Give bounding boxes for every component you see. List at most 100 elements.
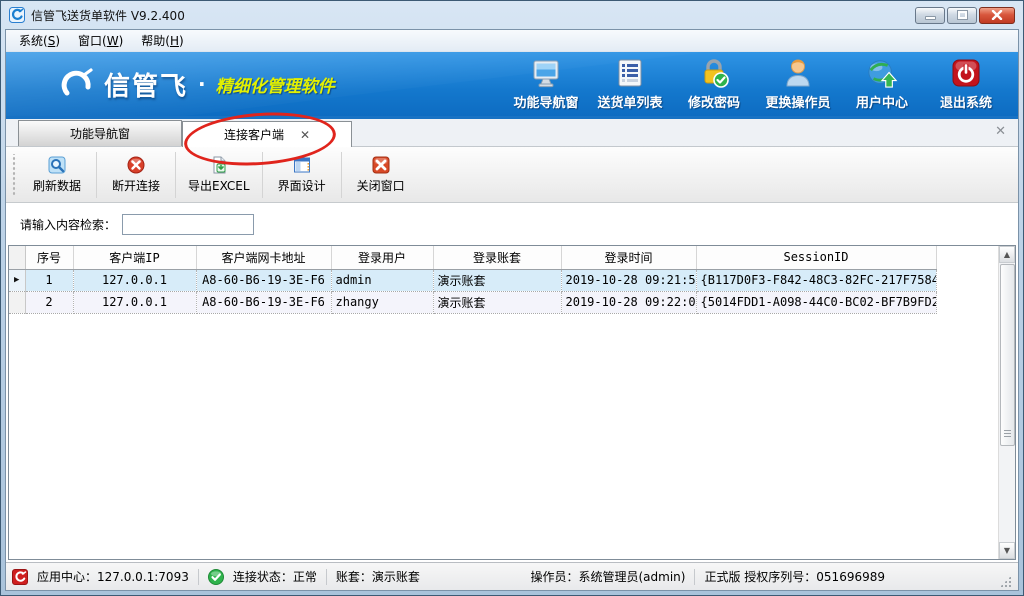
brand-slogan: 精细化管理软件 xyxy=(216,72,335,97)
status-license: 正式版 授权序列号：051696989 xyxy=(704,568,885,585)
ui-design-button[interactable]: 界面设计 xyxy=(267,151,337,199)
tab-connected-clients[interactable]: 连接客户端 ✕ xyxy=(182,121,352,147)
maximize-icon xyxy=(958,11,967,19)
banner-button-exit-system[interactable]: 退出系统 xyxy=(924,57,1008,111)
banner-button-label: 送货单列表 xyxy=(597,92,662,111)
vertical-scrollbar[interactable]: ▲ ▼ xyxy=(998,246,1015,559)
table-cell[interactable]: 演示账套 xyxy=(433,269,561,291)
table-cell[interactable]: {B117D0F3-F842-48C3-82FC-217F75849477} xyxy=(696,269,936,291)
table-cell[interactable]: 演示账套 xyxy=(433,291,561,313)
close-window-button[interactable]: 关闭窗口 xyxy=(346,151,416,199)
status-app-center: 应用中心：127.0.0.1:7093 xyxy=(37,568,189,585)
banner-buttons: 功能导航窗 送货单列表 xyxy=(504,57,1018,111)
search-row: 请输入内容检索： xyxy=(6,203,1018,245)
header-row-selector xyxy=(9,246,25,269)
toolbar-grip-handle[interactable] xyxy=(11,154,17,196)
brand-name: 信管飞 xyxy=(104,66,188,103)
toolbar: 刷新数据 断开连接 导出EXCEL xyxy=(6,146,1018,203)
scroll-down-icon[interactable]: ▼ xyxy=(999,542,1015,559)
banner-button-change-password[interactable]: 修改密码 xyxy=(672,57,756,111)
app-frame: 系统(S) 窗口(W) 帮助(H) 信管飞 · 精细化管理软件 xyxy=(5,29,1019,591)
toolbar-separator xyxy=(262,152,263,198)
column-header-login-user[interactable]: 登录用户 xyxy=(331,246,433,269)
menu-mnemonic: W xyxy=(107,34,119,48)
banner: 信管飞 · 精细化管理软件 功能导航窗 xyxy=(6,52,1018,116)
banner-button-label: 退出系统 xyxy=(940,92,992,111)
refresh-data-button[interactable]: 刷新数据 xyxy=(22,151,92,199)
window-controls xyxy=(915,7,1015,24)
status-connection: 连接状态：正常 xyxy=(233,568,317,585)
ui-design-icon xyxy=(293,156,311,174)
table-row[interactable]: ▶ 1 127.0.0.1 A8-60-B6-19-3E-F6 admin 演示… xyxy=(9,269,936,291)
table-cell[interactable]: 1 xyxy=(25,269,73,291)
tool-button-label: 关闭窗口 xyxy=(357,177,405,194)
app-window: 信管飞送货单软件 V9.2.400 系统(S) 窗口(W) 帮助(H) xyxy=(0,0,1024,596)
export-excel-icon xyxy=(210,156,228,174)
menu-label: 帮助( xyxy=(141,34,170,48)
table-cell[interactable]: 2 xyxy=(25,291,73,313)
globe-arrow-icon xyxy=(866,57,898,89)
disconnect-button[interactable]: 断开连接 xyxy=(101,151,171,199)
table-cell[interactable]: A8-60-B6-19-3E-F6 xyxy=(196,291,331,313)
lock-check-icon xyxy=(698,57,730,89)
table-cell[interactable]: admin xyxy=(331,269,433,291)
table-cell[interactable]: 2019-10-28 09:22:08 xyxy=(561,291,696,313)
banner-button-label: 用户中心 xyxy=(856,92,908,111)
column-header-mac[interactable]: 客户端网卡地址 xyxy=(196,246,331,269)
tab-label: 连接客户端 xyxy=(224,126,284,143)
table-cell[interactable]: 127.0.0.1 xyxy=(73,269,196,291)
column-header-seq[interactable]: 序号 xyxy=(25,246,73,269)
close-window-icon xyxy=(372,156,390,174)
column-header-login-time[interactable]: 登录时间 xyxy=(561,246,696,269)
banner-button-nav-window[interactable]: 功能导航窗 xyxy=(504,57,588,111)
titlebar: 信管飞送货单软件 V9.2.400 xyxy=(5,1,1019,29)
column-header-session-id[interactable]: SessionID xyxy=(696,246,936,269)
menu-label: 系统( xyxy=(19,34,48,48)
toolbar-separator xyxy=(96,152,97,198)
table-cell[interactable]: 2019-10-28 09:21:54 xyxy=(561,269,696,291)
export-excel-button[interactable]: 导出EXCEL xyxy=(180,151,258,199)
tool-button-label: 界面设计 xyxy=(278,177,326,194)
banner-button-user-center[interactable]: 用户中心 xyxy=(840,57,924,111)
tab-label: 功能导航窗 xyxy=(70,125,130,142)
status-divider xyxy=(326,569,327,585)
refresh-data-icon xyxy=(48,156,66,174)
toolbar-separator xyxy=(341,152,342,198)
app-center-icon xyxy=(12,569,28,585)
menu-label: ) xyxy=(179,34,184,48)
menu-help[interactable]: 帮助(H) xyxy=(132,29,192,52)
column-header-account-set[interactable]: 登录账套 xyxy=(433,246,561,269)
status-divider xyxy=(198,569,199,585)
status-account-set: 账套：演示账套 xyxy=(336,568,420,585)
tab-nav-window[interactable]: 功能导航窗 xyxy=(18,120,182,146)
table-cell[interactable]: 127.0.0.1 xyxy=(73,291,196,313)
tool-button-label: 刷新数据 xyxy=(33,177,81,194)
clients-grid: 序号 客户端IP 客户端网卡地址 登录用户 登录账套 登录时间 SessionI… xyxy=(8,245,1016,560)
table-cell[interactable]: zhangy xyxy=(331,291,433,313)
menu-window[interactable]: 窗口(W) xyxy=(69,29,132,52)
app-logo-icon xyxy=(9,7,25,23)
menu-label: ) xyxy=(55,34,60,48)
banner-button-label: 功能导航窗 xyxy=(513,92,578,111)
disconnect-icon xyxy=(127,156,145,174)
tab-close-icon[interactable]: ✕ xyxy=(300,128,310,142)
resize-grip[interactable] xyxy=(999,575,1012,588)
banner-button-switch-operator[interactable]: 更换操作员 xyxy=(756,57,840,111)
table-row[interactable]: 2 127.0.0.1 A8-60-B6-19-3E-F6 zhangy 演示账… xyxy=(9,291,936,313)
scrollbar-track[interactable] xyxy=(999,446,1015,542)
monitor-icon xyxy=(530,57,562,89)
tabstrip-close-icon[interactable]: ✕ xyxy=(995,124,1006,139)
close-button[interactable] xyxy=(979,7,1015,24)
column-header-client-ip[interactable]: 客户端IP xyxy=(73,246,196,269)
scroll-up-icon[interactable]: ▲ xyxy=(999,246,1015,263)
search-input[interactable] xyxy=(122,214,254,235)
table-cell[interactable]: A8-60-B6-19-3E-F6 xyxy=(196,269,331,291)
scrollbar-thumb[interactable] xyxy=(1000,264,1015,446)
tool-button-label: 导出EXCEL xyxy=(188,177,250,194)
minimize-button[interactable] xyxy=(915,7,945,24)
maximize-button[interactable] xyxy=(947,7,977,24)
table-cell[interactable]: {5014FDD1-A098-44C0-BC02-BF7B9FD27795} xyxy=(696,291,936,313)
tool-button-label: 断开连接 xyxy=(112,177,160,194)
banner-button-delivery-list[interactable]: 送货单列表 xyxy=(588,57,672,111)
menu-system[interactable]: 系统(S) xyxy=(10,29,69,52)
